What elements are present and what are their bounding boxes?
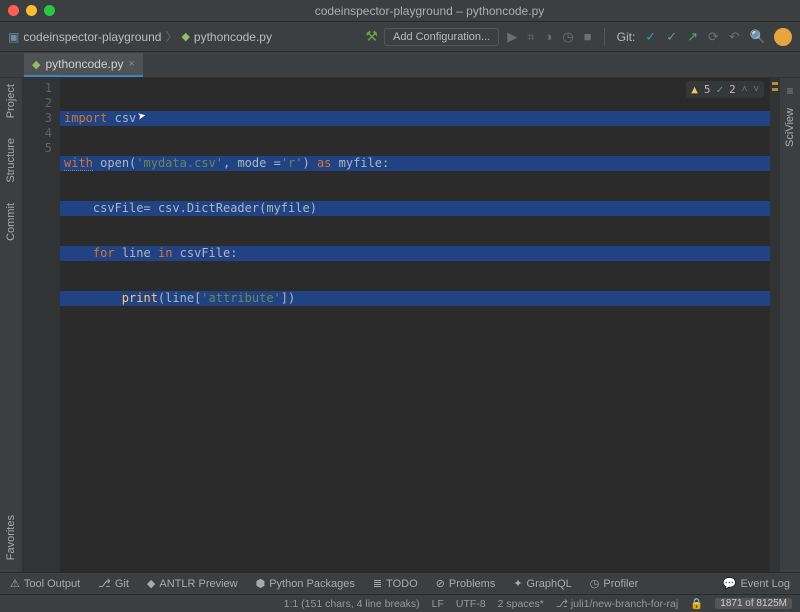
vcs-commit-icon[interactable]: ✓	[664, 29, 679, 45]
python-file-icon: ◆	[32, 58, 40, 71]
weak-warning-count: 2	[729, 82, 736, 97]
add-configuration-button[interactable]: Add Configuration...	[384, 28, 499, 46]
right-sidebar: ≡ SciView	[780, 78, 800, 590]
vcs-update-icon[interactable]: ✓	[643, 29, 658, 45]
file-encoding[interactable]: UTF-8	[456, 598, 486, 610]
line-separator[interactable]: LF	[432, 598, 444, 610]
separator	[604, 28, 605, 46]
python-file-icon: ◆	[181, 30, 189, 43]
coverage-icon[interactable]: ◑	[543, 29, 555, 44]
folder-icon: ▣	[8, 30, 19, 44]
code-line[interactable]: import csv	[60, 111, 770, 126]
window-controls	[8, 5, 55, 16]
memory-indicator[interactable]: 1871 of 8125M	[715, 598, 792, 609]
event-log-icon: 💬	[723, 577, 737, 590]
code-line[interactable]: with open('mydata.csv', mode ='r') as my…	[60, 156, 770, 171]
code-line[interactable]: for line in csvFile:	[60, 246, 770, 261]
titlebar: codeinspector-playground – pythoncode.py	[0, 0, 800, 22]
profiler-icon: ◷	[590, 577, 600, 590]
run-icon[interactable]: ▶	[505, 29, 519, 45]
editor-tab-pythoncode[interactable]: ◆ pythoncode.py ×	[24, 53, 143, 77]
window-title: codeinspector-playground – pythoncode.py	[67, 4, 792, 18]
profile-icon[interactable]: ◷	[560, 29, 575, 45]
sidebar-tab-structure[interactable]: Structure	[5, 138, 17, 183]
git-branch-icon: ⎇	[98, 577, 111, 590]
todo-button[interactable]: ≣TODO	[373, 577, 418, 590]
lock-icon[interactable]: 🔒	[690, 597, 703, 610]
sidebar-tab-sciview[interactable]: SciView	[784, 108, 796, 147]
line-number: 5	[22, 141, 52, 156]
line-gutter: 1 2 3 4 5	[22, 78, 60, 572]
code-line[interactable]: print(line['attribute'])	[60, 291, 770, 306]
warning-count: 5	[704, 82, 711, 97]
tab-label: pythoncode.py	[45, 57, 123, 71]
minimize-window-icon[interactable]	[26, 5, 37, 16]
zoom-window-icon[interactable]	[44, 5, 55, 16]
close-tab-icon[interactable]: ×	[129, 58, 135, 70]
sidebar-tab-commit[interactable]: Commit	[5, 203, 17, 241]
editor-tabs: ◆ pythoncode.py ×	[0, 52, 800, 78]
history-icon[interactable]: ⟳	[706, 29, 721, 45]
caret-position[interactable]: 1:1 (151 chars, 4 line breaks)	[284, 598, 420, 610]
line-number: 3	[22, 111, 52, 126]
search-icon[interactable]: 🔍	[748, 29, 768, 45]
problems-icon: ⊘	[436, 577, 445, 590]
git-branch-status[interactable]: ⎇ juli1/new-branch-for-raj	[556, 598, 678, 610]
avatar[interactable]	[774, 28, 792, 46]
code-line[interactable]: csvFile= csv.DictReader(myfile)	[60, 201, 770, 216]
status-bar: 1:1 (151 chars, 4 line breaks) LF UTF-8 …	[0, 594, 800, 612]
stripe-mark[interactable]	[772, 82, 778, 85]
python-packages-button[interactable]: ⬢Python Packages	[256, 577, 355, 590]
weak-warning-icon: ✓	[716, 82, 723, 97]
left-sidebar: Project Structure Commit Favorites	[0, 78, 22, 590]
git-tool-button[interactable]: ⎇Git	[98, 577, 129, 590]
chevron-down-icon[interactable]: ˅	[753, 82, 759, 97]
tool-window-bar: ⚠Tool Output ⎇Git ◆ANTLR Preview ⬢Python…	[0, 572, 800, 594]
vcs-push-icon[interactable]: ↗	[685, 29, 700, 45]
graphql-button[interactable]: ✦GraphQL	[513, 577, 571, 590]
inspection-widget[interactable]: ▲ 5 ✓ 2 ˄ ˅	[686, 81, 764, 98]
event-log-button[interactable]: 💬Event Log	[723, 577, 790, 590]
package-icon: ⬢	[256, 577, 266, 590]
database-icon[interactable]: ≡	[786, 84, 793, 98]
warning-icon: ⚠	[10, 577, 20, 590]
problems-button[interactable]: ⊘Problems	[436, 577, 496, 590]
git-branch-icon: ⎇	[556, 598, 571, 610]
line-number: 2	[22, 96, 52, 111]
line-number: 1	[22, 81, 52, 96]
build-icon[interactable]: ⚒	[365, 28, 378, 45]
chevron-up-icon[interactable]: ˄	[742, 82, 748, 97]
code-editor[interactable]: 1 2 3 4 5 import csv with open('mydata.c…	[22, 78, 780, 572]
chevron-right-icon: 〉	[165, 28, 177, 45]
line-number: 4	[22, 126, 52, 141]
rollback-icon[interactable]: ↶	[727, 29, 742, 45]
code-area[interactable]: import csv with open('mydata.csv', mode …	[60, 78, 770, 572]
breadcrumb-file[interactable]: pythoncode.py	[194, 30, 272, 44]
warning-icon: ▲	[691, 82, 698, 97]
breadcrumb[interactable]: ▣ codeinspector-playground 〉 ◆ pythoncod…	[8, 28, 272, 45]
todo-icon: ≣	[373, 577, 382, 590]
sidebar-tab-favorites[interactable]: Favorites	[5, 515, 17, 560]
indent-setting[interactable]: 2 spaces*	[498, 598, 544, 610]
error-stripe[interactable]	[770, 78, 780, 572]
breadcrumb-project[interactable]: codeinspector-playground	[23, 30, 161, 44]
main-toolbar: ▣ codeinspector-playground 〉 ◆ pythoncod…	[0, 22, 800, 52]
antlr-icon: ◆	[147, 577, 155, 590]
stripe-mark[interactable]	[772, 88, 778, 91]
debug-icon[interactable]: ⌗	[525, 29, 536, 45]
antlr-preview-button[interactable]: ◆ANTLR Preview	[147, 577, 238, 590]
sidebar-tab-project[interactable]: Project	[5, 84, 17, 118]
graphql-icon: ✦	[513, 577, 522, 590]
git-label: Git:	[617, 30, 636, 44]
close-window-icon[interactable]	[8, 5, 19, 16]
tool-output-button[interactable]: ⚠Tool Output	[10, 577, 80, 590]
profiler-button[interactable]: ◷Profiler	[590, 577, 638, 590]
stop-icon[interactable]: ■	[582, 29, 594, 44]
